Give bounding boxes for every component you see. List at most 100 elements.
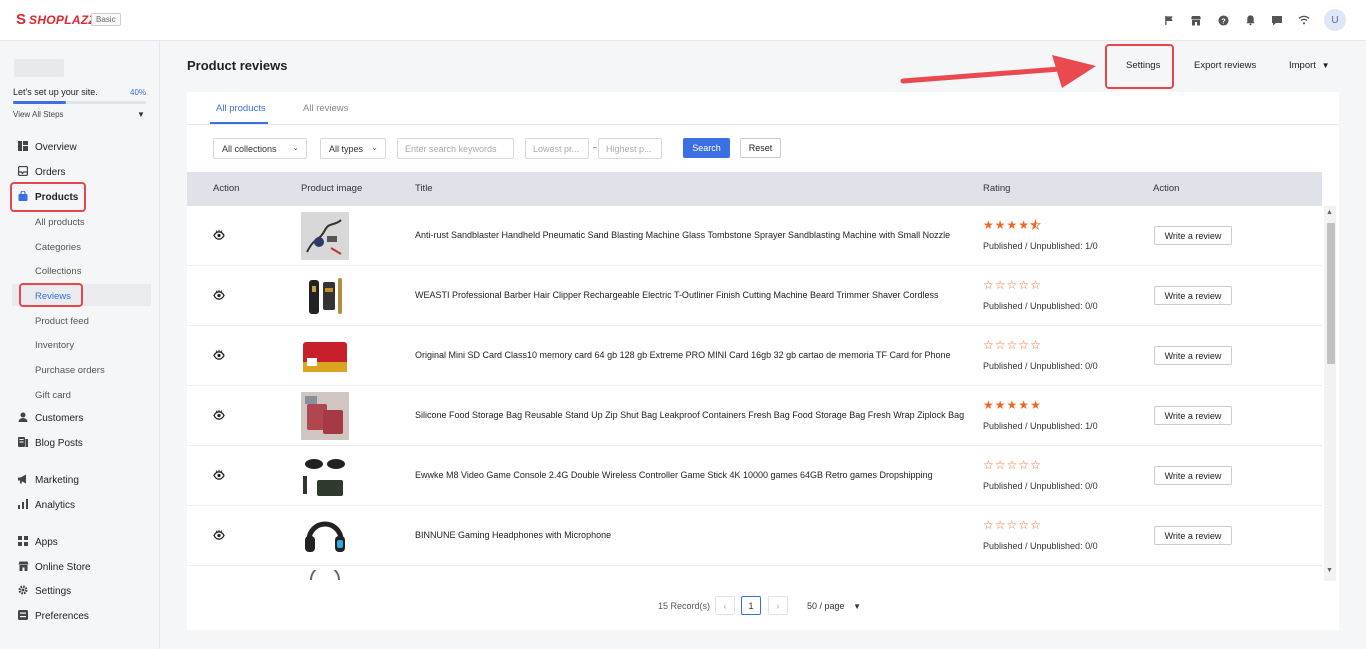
per-page-value: 50 / page	[807, 601, 845, 611]
sidebar-subitem-gift-card[interactable]: Gift card	[35, 385, 71, 405]
eye-icon[interactable]	[213, 409, 225, 421]
column-header-action: Action	[213, 183, 240, 194]
search-input[interactable]: Enter search keywords	[397, 138, 514, 159]
scroll-up-icon[interactable]: ▲	[1326, 209, 1333, 216]
flag-icon[interactable]	[1162, 13, 1176, 27]
search-button[interactable]: Search	[683, 138, 730, 158]
table-row: Original Mini SD Card Class10 memory car…	[187, 326, 1322, 386]
reset-button[interactable]: Reset	[740, 138, 781, 158]
star-empty-icon: ☆	[1030, 458, 1042, 472]
published-count: Published / Unpublished: 0/0	[983, 541, 1098, 551]
product-image	[301, 212, 349, 260]
star-full-icon: ★	[1006, 218, 1019, 232]
scrollbar-thumb[interactable]	[1327, 223, 1335, 364]
rating-stars: ☆☆☆☆☆	[983, 459, 1042, 471]
eye-icon[interactable]	[213, 349, 225, 361]
write-review-button[interactable]: Write a review	[1154, 406, 1232, 425]
tab-all-products[interactable]: All products	[216, 103, 266, 114]
wifi-icon[interactable]	[1297, 13, 1311, 27]
product-image	[301, 272, 349, 320]
star-full-icon: ★	[983, 398, 995, 412]
write-review-button[interactable]: Write a review	[1154, 286, 1232, 305]
product-title: BINNUNE Gaming Headphones with Microphon…	[415, 530, 612, 540]
product-image	[301, 570, 349, 580]
chat-icon[interactable]	[1270, 13, 1284, 27]
lowest-price-input[interactable]: Lowest pr...	[525, 138, 589, 159]
prev-page-button[interactable]: ‹	[715, 596, 735, 615]
star-half-icon: ★	[1030, 218, 1042, 232]
star-full-icon: ★	[994, 218, 1007, 232]
import-dropdown[interactable]: Import ▼	[1289, 60, 1330, 71]
tab-all-reviews[interactable]: All reviews	[303, 103, 348, 114]
rating-stars: ☆☆☆☆☆	[983, 279, 1042, 291]
eye-icon[interactable]	[213, 469, 225, 481]
column-header-product-image: Product image	[301, 183, 363, 194]
write-review-button[interactable]: Write a review	[1154, 226, 1232, 245]
view-all-steps-link[interactable]: View All Steps	[13, 110, 64, 119]
sidebar-subitem-product-feed[interactable]: Product feed	[35, 311, 89, 331]
help-icon[interactable]: ?	[1216, 13, 1230, 27]
setup-progress-fill	[13, 101, 67, 104]
star-empty-icon: ☆	[994, 278, 1007, 292]
sidebar-item-online-store[interactable]: Online Store	[0, 556, 159, 578]
chevron-down-icon: ⌄	[371, 143, 378, 152]
sidebar-item-analytics[interactable]: Analytics	[0, 494, 159, 516]
collections-select[interactable]: All collections ⌄	[213, 138, 307, 159]
scroll-down-icon[interactable]: ▼	[1326, 567, 1333, 574]
write-review-button[interactable]: Write a review	[1154, 466, 1232, 485]
store-icon[interactable]	[1189, 13, 1203, 27]
star-empty-icon: ☆	[1018, 458, 1031, 472]
avatar[interactable]: U	[1324, 9, 1346, 31]
blog-icon	[17, 436, 29, 450]
sidebar-subitem-categories[interactable]: Categories	[35, 237, 81, 257]
chevron-down-icon[interactable]: ▼	[137, 110, 145, 119]
star-empty-icon: ☆	[994, 518, 1007, 532]
sidebar-item-marketing[interactable]: Marketing	[0, 469, 159, 491]
sidebar-item-settings[interactable]: Settings	[0, 580, 159, 602]
sidebar-subitem-inventory[interactable]: Inventory	[35, 335, 74, 355]
plan-badge: Basic	[91, 13, 121, 26]
eye-icon[interactable]	[213, 229, 225, 241]
star-empty-icon: ☆	[1030, 338, 1042, 352]
highest-price-input[interactable]: Highest p...	[598, 138, 662, 159]
sidebar-item-blog-posts[interactable]: Blog Posts	[0, 432, 159, 454]
sidebar-item-preferences[interactable]: Preferences	[0, 605, 159, 627]
preferences-icon	[17, 609, 29, 623]
eye-icon[interactable]	[213, 529, 225, 541]
sidebar-item-label: Orders	[35, 166, 66, 178]
sidebar-subitem-all-products[interactable]: All products	[35, 212, 85, 232]
sidebar-item-label: Customers	[35, 412, 84, 424]
marketing-icon	[17, 474, 29, 487]
sidebar-subitem-purchase-orders[interactable]: Purchase orders	[35, 360, 105, 380]
rating-stars: ★★★★★	[983, 399, 1042, 411]
table-row: Anti-rust Sandblaster Handheld Pneumatic…	[187, 206, 1322, 266]
top-icons: ? U	[1162, 9, 1346, 31]
export-reviews-button[interactable]: Export reviews	[1194, 60, 1256, 71]
star-empty-icon: ☆	[1006, 338, 1019, 352]
next-page-button[interactable]: ›	[768, 596, 788, 615]
eye-icon[interactable]	[213, 289, 225, 301]
sidebar: Let's set up your site. 40% View All Ste…	[0, 41, 160, 649]
bell-icon[interactable]	[1243, 13, 1257, 27]
write-review-button[interactable]: Write a review	[1154, 346, 1232, 365]
settings-highlight-box	[1105, 44, 1174, 89]
svg-text:?: ?	[1221, 16, 1226, 25]
sidebar-item-orders[interactable]: Orders	[0, 161, 159, 183]
sidebar-subitem-collections[interactable]: Collections	[35, 261, 81, 281]
star-full-icon: ★	[1030, 398, 1042, 412]
types-select[interactable]: All types ⌄	[320, 138, 386, 159]
page-number-current[interactable]: 1	[741, 596, 761, 615]
star-empty-icon: ☆	[1006, 458, 1019, 472]
caret-down-icon: ▼	[853, 602, 861, 611]
sidebar-item-overview[interactable]: Overview	[0, 136, 159, 158]
star-empty-icon: ☆	[994, 458, 1007, 472]
write-review-button[interactable]: Write a review	[1154, 526, 1232, 545]
gear-icon	[17, 585, 29, 598]
annotation-arrow-icon	[900, 55, 1096, 88]
per-page-select[interactable]: 50 / page ▼	[807, 601, 861, 611]
chevron-right-icon: ›	[776, 600, 780, 611]
sidebar-item-customers[interactable]: Customers	[0, 407, 159, 429]
sidebar-item-apps[interactable]: Apps	[0, 531, 159, 553]
customers-icon	[17, 412, 29, 425]
star-empty-icon: ☆	[983, 458, 995, 472]
